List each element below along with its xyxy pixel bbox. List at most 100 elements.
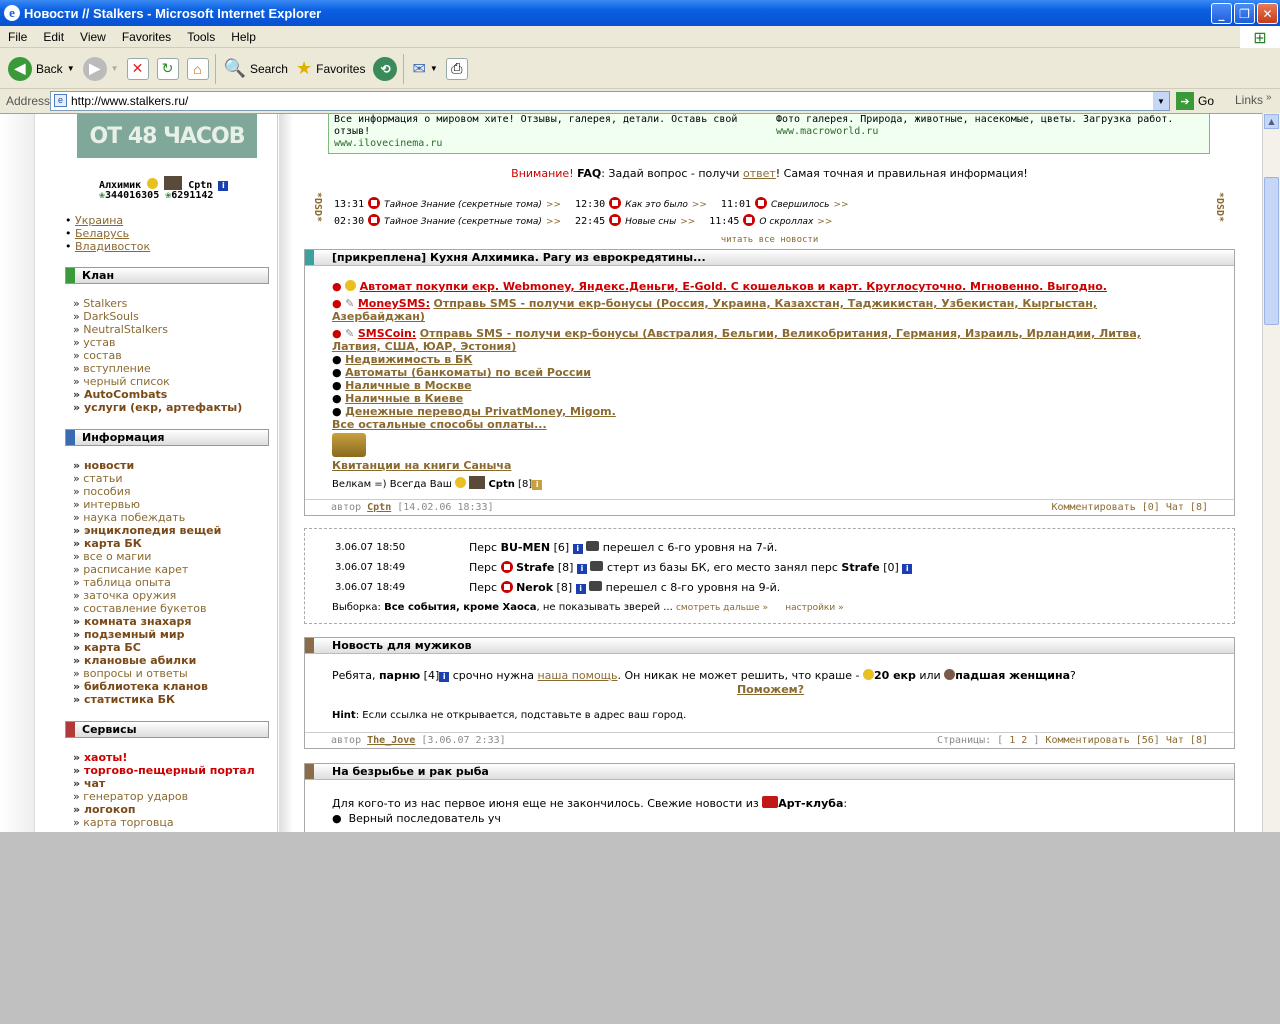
clan-icon [609, 214, 622, 226]
read-all-news-link[interactable]: читать все новости [304, 235, 1235, 245]
vertical-scrollbar[interactable]: ▲ [1262, 113, 1280, 832]
minimize-button[interactable]: _ [1211, 3, 1232, 24]
ticker-item[interactable]: 22:45 Новые сны >> [575, 214, 695, 227]
menu-tools[interactable]: Tools [179, 30, 223, 44]
info-icon[interactable]: i [532, 480, 543, 490]
sidebar-item[interactable]: вступление [73, 362, 242, 375]
sidebar-item[interactable]: чат [73, 777, 255, 790]
close-button[interactable]: ✕ [1257, 3, 1278, 24]
info-icon[interactable]: i [575, 584, 586, 594]
go-button[interactable]: ➔ Go [1176, 92, 1214, 110]
pay-item: ● Автоматы (банкоматы) по всей России [332, 366, 591, 379]
clan-icon [755, 197, 768, 209]
sidebar-item[interactable]: генератор ударов [73, 790, 255, 803]
links-label[interactable]: Links [1235, 93, 1263, 107]
ticker-item[interactable]: 11:01 Свершилось >> [721, 197, 849, 210]
menu-file[interactable]: File [0, 30, 35, 44]
dsd-left: *DSD* [312, 192, 323, 223]
sidebar-item[interactable]: устав [73, 336, 242, 349]
mail-dropdown-icon[interactable]: ▼ [430, 64, 438, 73]
sidebar-item[interactable]: торгово-пещерный портал [73, 764, 255, 777]
ticker-item[interactable]: 13:31 Тайное Знание (секретные тома) >> [334, 197, 561, 210]
sidebar-item[interactable]: новости [73, 459, 221, 472]
sidebar-item[interactable]: карта БК [73, 537, 221, 550]
camera-icon[interactable] [586, 541, 600, 551]
back-dropdown-icon[interactable]: ▼ [67, 64, 75, 73]
sidebar-item[interactable]: вопросы и ответы [73, 667, 221, 680]
forward-button[interactable]: ▶ ▼ [82, 56, 119, 81]
sidebar-item[interactable]: клановые абилки [73, 654, 221, 667]
sidebar-item[interactable]: пособия [73, 485, 221, 498]
sidebar-item[interactable]: комната знахаря [73, 615, 221, 628]
links-chevron-icon[interactable]: » [1266, 92, 1272, 103]
stop-button[interactable]: ✕ [126, 57, 149, 80]
ticker-item[interactable]: 12:30 Как это было >> [575, 197, 707, 210]
history-icon: ⟲ [373, 56, 398, 81]
address-input[interactable]: e http://www.stalkers.ru/ ▼ [50, 91, 1170, 111]
sidebar-item[interactable]: карта БС [73, 641, 221, 654]
print-button[interactable]: ⎙ [445, 57, 468, 80]
back-button[interactable]: ◀ Back ▼ [8, 56, 75, 81]
sidebar-item[interactable]: услуги (екр, артефакты) [73, 401, 242, 414]
info-icon[interactable]: i [572, 544, 583, 554]
sidebar-item[interactable]: энциклопедия вещей [73, 524, 221, 537]
scroll-thumb[interactable] [1264, 177, 1279, 325]
welcome-line: Велкам =) Всегда Ваш Cptn [8] i [332, 476, 1207, 491]
event-row: 3.06.07 18:50 Перс BU-MEN [6] i перешел с… [335, 541, 778, 554]
event-row: 3.06.07 18:49 Перс Nerok [8] i перешел с … [335, 581, 781, 594]
pay-line-moneysms: ● ✎ MoneySMS: Отправь SMS - получи екр-б… [332, 297, 1097, 323]
search-button[interactable]: 🔍 Search [224, 58, 288, 79]
menu-help[interactable]: Help [223, 30, 264, 44]
info-icon[interactable]: i [576, 564, 587, 574]
favorites-button[interactable]: ★ Favorites [296, 58, 366, 79]
history-button[interactable]: ⟲ [373, 56, 398, 81]
faq-line: Внимание! FAQ: Задай вопрос - получи отв… [511, 167, 1028, 180]
sidebar-item[interactable]: статистика БК [73, 693, 221, 706]
ticker-item[interactable]: 11:45 О скроллах >> [709, 214, 832, 227]
sidebar-item[interactable]: интервью [73, 498, 221, 511]
sidebar-item[interactable]: таблица опыта [73, 576, 221, 589]
camera-icon[interactable] [590, 561, 604, 571]
ad-right[interactable]: Фото галерея. Природа, животные, насеком… [776, 114, 1206, 138]
ad-left[interactable]: Все информация о мировом хите! Отзывы, г… [334, 114, 754, 150]
sidebar-item[interactable]: заточка оружия [73, 589, 221, 602]
sidebar-item[interactable]: AutoCombats [73, 388, 242, 401]
home-button[interactable]: ⌂ [186, 57, 209, 80]
hint-line: Hint: Если ссылка не открывается, подста… [332, 710, 687, 721]
sidebar-item[interactable]: хаоты! [73, 751, 255, 764]
info-icon[interactable]: i [218, 181, 229, 191]
sidebar-item[interactable]: карта торговца [73, 816, 255, 829]
ticker-item[interactable]: 02:30 Тайное Знание (секретные тома) >> [334, 214, 561, 227]
sidebar-item[interactable]: NeutralStalkers [73, 323, 242, 336]
sidebar-item[interactable]: состав [73, 349, 242, 362]
refresh-button[interactable]: ↻ [156, 57, 179, 80]
forward-dropdown-icon[interactable]: ▼ [111, 64, 119, 73]
sidebar-item[interactable]: статьи [73, 472, 221, 485]
menu-view[interactable]: View [72, 30, 114, 44]
books-icon[interactable] [332, 433, 366, 457]
sidebar-item[interactable]: наука побеждать [73, 511, 221, 524]
section-header-services: Сервисы [65, 721, 269, 738]
sidebar-item[interactable]: библиотека кланов [73, 680, 221, 693]
sidebar-item[interactable]: черный список [73, 375, 242, 388]
scroll-up-icon[interactable]: ▲ [1264, 114, 1279, 129]
info-icon[interactable]: i [902, 564, 913, 574]
sidebar-item[interactable]: логокоп [73, 803, 255, 816]
maximize-button[interactable]: ❐ [1234, 3, 1255, 24]
mail-button[interactable]: ✉ ▼ [412, 59, 437, 79]
info-icon[interactable]: i [439, 672, 450, 682]
sidebar-item[interactable]: Stalkers [73, 297, 242, 310]
banner-ad[interactable]: ОТ 48 ЧАСОВ [77, 114, 257, 158]
menu-favorites[interactable]: Favorites [114, 30, 179, 44]
sidebar-item[interactable]: составление букетов [73, 602, 221, 615]
news-footer: автор The_Jove [3.06.07 2:33] Страницы: … [305, 732, 1234, 748]
sidebar-item[interactable]: все о магии [73, 550, 221, 563]
sidebar-item[interactable]: расписание карет [73, 563, 221, 576]
camera-icon[interactable] [589, 581, 603, 591]
sidebar-item[interactable]: DarkSouls [73, 310, 242, 323]
menu-edit[interactable]: Edit [35, 30, 72, 44]
sidebar-item[interactable]: подземный мир [73, 628, 221, 641]
search-icon: 🔍 [223, 58, 246, 78]
address-dropdown-icon[interactable]: ▼ [1153, 92, 1169, 110]
numbers-line: ❀344016305 ❀6291142 [99, 190, 214, 201]
